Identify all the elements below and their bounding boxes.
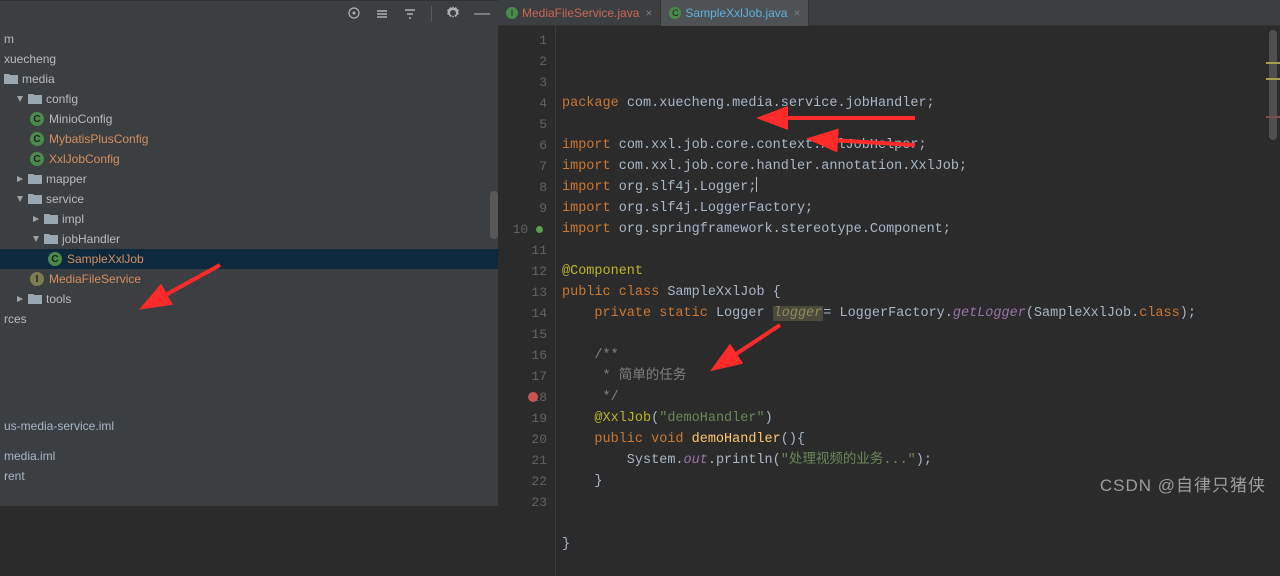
hide-icon[interactable]: — xyxy=(474,5,490,23)
breakpoint[interactable] xyxy=(528,392,538,402)
editor-tabs: IMediaFileService.java× CSampleXxlJob.ja… xyxy=(498,0,1280,26)
collapse-all-icon[interactable] xyxy=(403,6,417,23)
tree-truncated-rent[interactable]: rent xyxy=(0,466,498,486)
close-icon[interactable]: × xyxy=(645,6,652,20)
tree-class-mybatis[interactable]: CMybatisPlusConfig xyxy=(0,129,498,149)
tree-class-xxljobconfig[interactable]: CXxlJobConfig xyxy=(0,149,498,169)
tree-class-minio[interactable]: CMinioConfig xyxy=(0,109,498,129)
settings-icon[interactable] xyxy=(446,6,460,23)
tab-mediafileservice[interactable]: IMediaFileService.java× xyxy=(498,0,661,26)
tree-truncated-root[interactable]: m xyxy=(0,29,498,49)
tree-folder-mapper[interactable]: mapper xyxy=(0,169,498,189)
tree-pkg-media[interactable]: media xyxy=(0,69,498,89)
project-panel: — m xuecheng media config CMinioConfig C… xyxy=(0,0,498,506)
tree-class-mediafileservice[interactable]: IMediaFileService xyxy=(0,269,498,289)
tree-scrollbar[interactable] xyxy=(490,191,498,239)
editor-scrollbar[interactable] xyxy=(1266,30,1280,576)
tree-folder-impl[interactable]: impl xyxy=(0,209,498,229)
watermark: CSDN @自律只猪侠 xyxy=(1100,471,1266,496)
tree-truncated-rces[interactable]: rces xyxy=(0,309,498,329)
tree-pkg-xuecheng[interactable]: xuecheng xyxy=(0,49,498,69)
tab-samplexxljob[interactable]: CSampleXxlJob.java× xyxy=(661,0,809,26)
select-opened-file-icon[interactable] xyxy=(347,6,361,23)
file-iml2[interactable]: media.iml xyxy=(0,446,498,466)
gutter[interactable]: 12345 6789 10 111213 1415161718 19202122… xyxy=(498,26,556,576)
project-toolbar: — xyxy=(0,1,498,27)
file-iml1[interactable]: us-media-service.iml xyxy=(0,416,498,436)
tree-class-samplexxljob[interactable]: CSampleXxlJob xyxy=(0,249,498,269)
expand-all-icon[interactable] xyxy=(375,6,389,23)
tree-folder-jobhandler[interactable]: jobHandler xyxy=(0,229,498,249)
tree-folder-service[interactable]: service xyxy=(0,189,498,209)
tree-folder-tools[interactable]: tools xyxy=(0,289,498,309)
close-icon[interactable]: × xyxy=(793,6,800,20)
editor-panel: IMediaFileService.java× CSampleXxlJob.ja… xyxy=(498,0,1280,506)
tree-folder-config[interactable]: config xyxy=(0,89,498,109)
